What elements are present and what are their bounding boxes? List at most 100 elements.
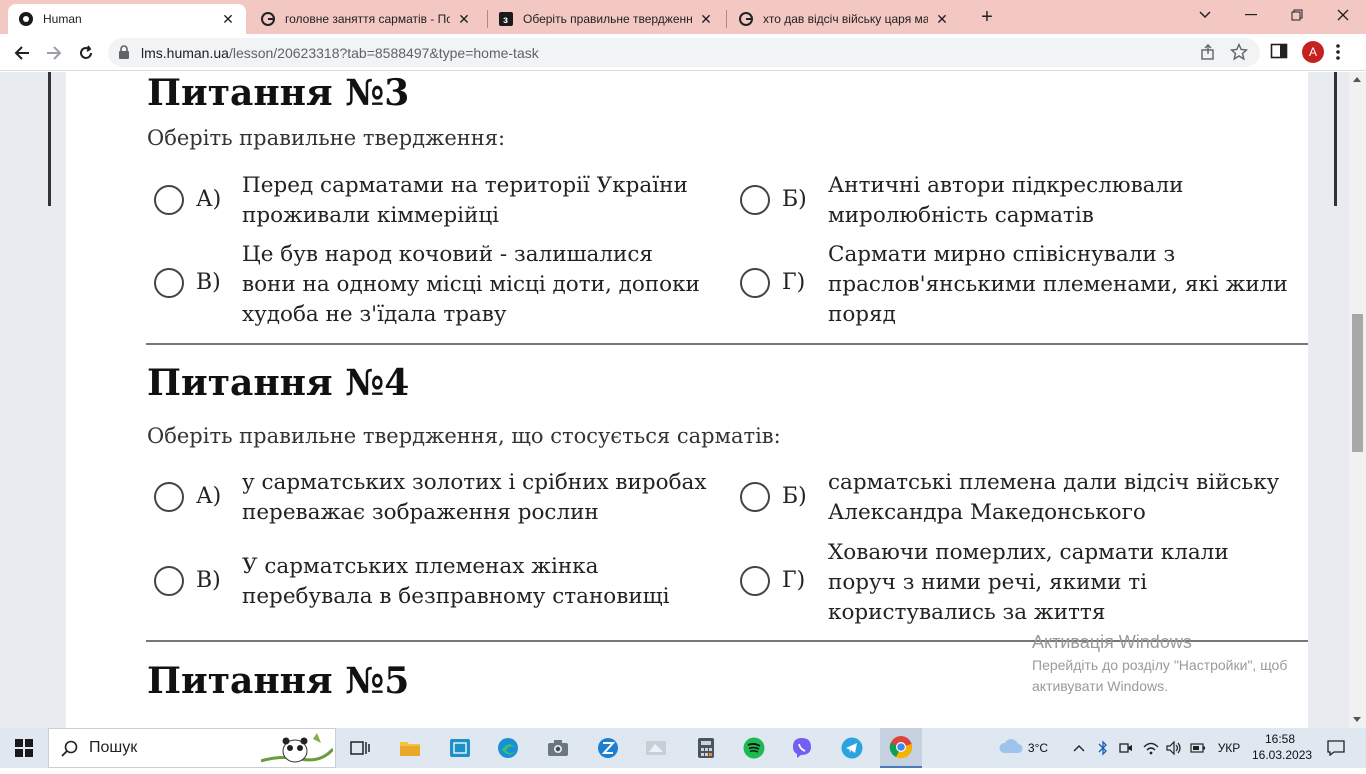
q3-option-a-text[interactable]: Перед сарматами на території України про… <box>242 171 688 231</box>
telegram-icon[interactable] <box>834 728 870 768</box>
tab-strip: Human ✕ головне заняття сарматів - Пош ✕… <box>0 0 1366 34</box>
address-bar[interactable]: lms.human.ua/lesson/20623318?tab=8588497… <box>108 38 1260 67</box>
lock-icon[interactable] <box>118 45 130 64</box>
q4-option-g-letter: Г) <box>782 568 806 593</box>
right-border-decoration <box>1334 72 1337 206</box>
url-domain: lms.human.ua <box>141 45 229 61</box>
viber-icon[interactable] <box>784 728 820 768</box>
calculator-app-icon[interactable] <box>442 728 478 768</box>
question-4-title: Питання №4 <box>147 362 410 404</box>
calculator-icon[interactable] <box>688 728 724 768</box>
option-line: переважає зображення рослин <box>242 500 599 525</box>
search-label: Пошук <box>89 739 138 756</box>
q3-option-a-radio[interactable] <box>154 185 184 215</box>
q4-option-v-text[interactable]: У сарматських племенах жінка перебувала … <box>242 552 670 612</box>
search-icon <box>61 740 79 763</box>
q3-option-g-text[interactable]: Сармати мирно співіснували з праслов'янс… <box>828 240 1288 330</box>
option-line: поруч з ними речі, якими ті <box>828 570 1148 595</box>
option-line: Це був народ кочовий - залишалися <box>242 242 653 267</box>
tab-search-chevron-down-icon[interactable] <box>1182 0 1228 30</box>
q4-option-b-letter: Б) <box>782 484 807 509</box>
browser-toolbar: lms.human.ua/lesson/20623318?tab=8588497… <box>0 34 1366 71</box>
q4-option-v-radio[interactable] <box>154 566 184 596</box>
profile-avatar[interactable]: A <box>1302 41 1324 63</box>
q3-option-g-letter: Г) <box>782 270 806 295</box>
share-icon[interactable] <box>1200 44 1216 65</box>
page-scrollbar[interactable] <box>1349 72 1366 728</box>
url-path: /lesson/20623318?tab=8588497&type=home-t… <box>228 45 539 61</box>
q4-option-a-radio[interactable] <box>154 482 184 512</box>
question-3-prompt: Оберіть правильне твердження: <box>147 126 506 150</box>
tab-human[interactable]: Human ✕ <box>8 4 246 34</box>
tab-znanija[interactable]: з Оберіть правильне твердження ✕ <box>488 4 724 34</box>
edge-browser-icon[interactable] <box>490 728 526 768</box>
q4-option-v-letter: В) <box>196 568 221 593</box>
volume-icon[interactable] <box>1164 728 1184 768</box>
q4-option-b-text[interactable]: сарматські племена дали відсіч війську А… <box>828 468 1279 528</box>
show-hidden-icons-chevron-up-icon[interactable] <box>1068 728 1090 768</box>
q3-option-b-text[interactable]: Античні автори підкреслювали миролюбніст… <box>828 171 1183 231</box>
tab-title: хто дав відсіч війську царя маке <box>763 12 928 26</box>
wifi-icon[interactable] <box>1140 728 1162 768</box>
option-line: проживали кіммерійці <box>242 203 500 228</box>
scrollbar-thumb[interactable] <box>1352 314 1363 452</box>
close-window-button[interactable] <box>1320 0 1366 30</box>
q3-option-g-radio[interactable] <box>740 268 770 298</box>
side-panel-icon[interactable] <box>1270 42 1288 65</box>
bookmark-star-icon[interactable] <box>1229 42 1249 66</box>
question-5-title: Питання №5 <box>147 660 410 702</box>
task-view-icon[interactable] <box>342 728 378 768</box>
close-tab-icon[interactable]: ✕ <box>698 11 714 27</box>
windows-activation-line2: активувати Windows. <box>1032 678 1168 694</box>
restore-button[interactable] <box>1274 0 1320 30</box>
close-tab-icon[interactable]: ✕ <box>456 11 472 27</box>
q4-option-b-radio[interactable] <box>740 482 770 512</box>
start-windows-icon[interactable] <box>0 728 48 768</box>
option-line: миролюбність сарматів <box>828 203 1094 228</box>
panda-illustration-icon <box>260 729 335 774</box>
scroll-down-arrow-icon[interactable] <box>1353 717 1361 722</box>
option-line: Ховаючи померлих, сармати клали <box>828 540 1229 565</box>
spotify-icon[interactable] <box>736 728 772 768</box>
windows-activation-line1: Перейдіть до розділу "Настройки", щоб <box>1032 657 1288 673</box>
q3-option-v-radio[interactable] <box>154 268 184 298</box>
question-3-title: Питання №3 <box>147 72 410 114</box>
reload-icon[interactable] <box>72 39 100 67</box>
power-automate-icon[interactable] <box>590 728 626 768</box>
close-tab-icon[interactable]: ✕ <box>934 11 950 27</box>
battery-icon[interactable] <box>1188 728 1208 768</box>
q4-option-a-text[interactable]: у сарматських золотих і срібних виробах … <box>242 468 706 528</box>
option-line: Перед сарматами на території України <box>242 173 688 198</box>
new-tab-button[interactable]: + <box>976 6 998 28</box>
scroll-up-arrow-icon[interactable] <box>1353 77 1361 82</box>
option-line: вони на одному місці місці доти, допоки <box>242 272 700 297</box>
app-window-icon[interactable] <box>638 728 674 768</box>
q3-option-b-letter: Б) <box>782 187 807 212</box>
back-arrow-icon[interactable] <box>8 39 36 67</box>
taskbar-search-box[interactable]: Пошук <box>48 728 336 768</box>
meet-now-icon[interactable] <box>1116 728 1136 768</box>
q4-option-g-text[interactable]: Ховаючи померлих, сармати клали поруч з … <box>828 538 1229 628</box>
tab-google-search-1[interactable]: головне заняття сарматів - Пош ✕ <box>250 4 482 34</box>
tab-google-search-2[interactable]: хто дав відсіч війську царя маке ✕ <box>728 4 960 34</box>
znanija-icon: з <box>498 11 514 27</box>
q3-option-b-radio[interactable] <box>740 185 770 215</box>
weather-widget[interactable]: 3°C <box>992 728 1054 768</box>
cloud-icon <box>998 738 1024 759</box>
file-explorer-icon[interactable] <box>392 728 428 768</box>
minimize-button[interactable] <box>1228 0 1274 30</box>
language-indicator[interactable]: УКР <box>1212 728 1246 768</box>
taskbar-clock[interactable]: 16:58 16.03.2023 <box>1252 731 1312 763</box>
left-border-decoration <box>48 72 51 206</box>
notifications-icon[interactable] <box>1318 728 1354 768</box>
option-line: у сарматських золотих і срібних виробах <box>242 470 707 495</box>
q3-option-v-text[interactable]: Це був народ кочовий - залишалися вони н… <box>242 240 700 330</box>
forward-arrow-icon[interactable] <box>40 39 68 67</box>
close-tab-icon[interactable]: ✕ <box>220 11 236 27</box>
weather-temperature: 3°C <box>1027 741 1049 755</box>
chrome-taskbar-icon[interactable] <box>880 728 922 768</box>
bluetooth-icon[interactable] <box>1094 728 1112 768</box>
q4-option-g-radio[interactable] <box>740 566 770 596</box>
camera-app-icon[interactable] <box>540 728 576 768</box>
more-menu-icon[interactable] <box>1335 43 1341 66</box>
